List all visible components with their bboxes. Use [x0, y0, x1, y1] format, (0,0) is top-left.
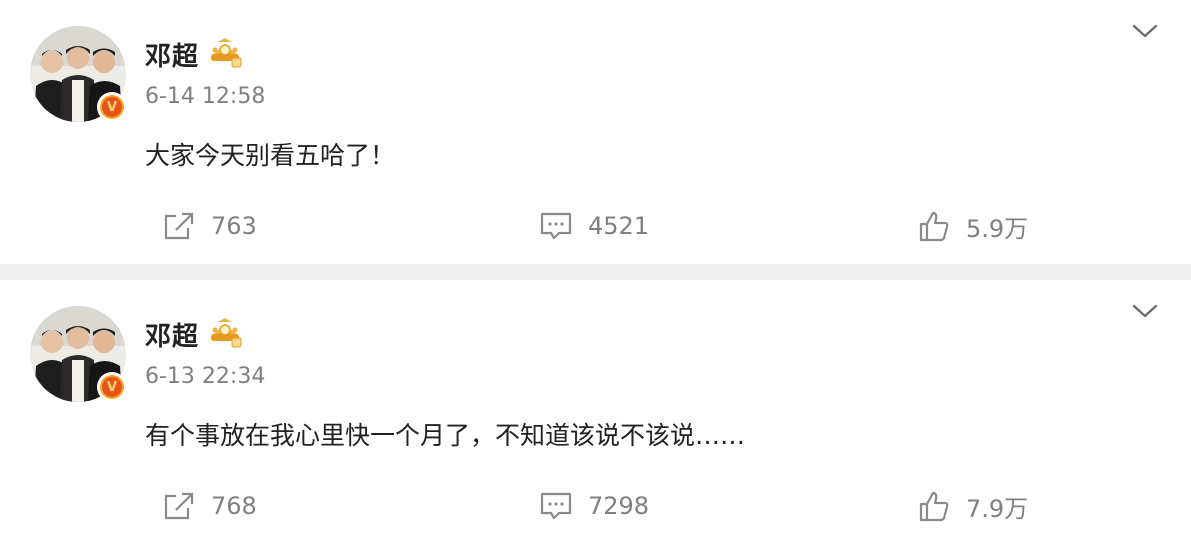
post-actions: 763 4521 5.9万 [0, 204, 1191, 248]
author-name[interactable]: 邓超 [145, 36, 199, 73]
comment-button[interactable]: 7298 [540, 484, 649, 528]
comment-button[interactable]: 4521 [540, 204, 649, 248]
post-time[interactable]: 6-13 22:34 [145, 364, 265, 389]
gold-crown-badge-icon[interactable] [206, 316, 244, 348]
repost-button[interactable]: 763 [163, 204, 257, 248]
comment-count: 4521 [588, 212, 650, 240]
avatar[interactable]: V [30, 306, 127, 402]
like-count: 7.9万 [966, 494, 1029, 523]
comment-icon [540, 492, 572, 520]
post-content: 有个事放在我心里快一个月了，不知道该说不该说…… [145, 421, 746, 450]
post-card: V 邓超 6-13 22:34 有个事放在我心里快一个月了，不知道该说不该说…… [0, 280, 1191, 544]
repost-count: 768 [211, 492, 257, 520]
author-name[interactable]: 邓超 [145, 316, 199, 353]
post-actions: 768 7298 7.9万 [0, 484, 1191, 528]
verified-v-icon: V [97, 372, 127, 402]
comment-count: 7298 [588, 492, 650, 520]
chevron-down-icon[interactable] [1131, 20, 1159, 42]
avatar[interactable]: V [30, 26, 127, 122]
like-button[interactable]: 5.9万 [918, 204, 1028, 248]
like-button[interactable]: 7.9万 [918, 484, 1028, 528]
post-content: 大家今天别看五哈了！ [145, 141, 396, 170]
verified-v-icon: V [97, 92, 127, 122]
repost-count: 763 [211, 212, 257, 240]
thumbs-up-icon [919, 211, 949, 242]
repost-button[interactable]: 768 [163, 484, 257, 528]
comment-icon [540, 212, 572, 240]
post-time[interactable]: 6-14 12:58 [145, 84, 265, 109]
thumbs-up-icon [919, 491, 949, 522]
post-card: V 邓超 6-14 12:58 大家今天别看五哈了！ 763 4521 5.9万 [0, 0, 1191, 264]
like-count: 5.9万 [966, 214, 1029, 243]
gold-crown-badge-icon[interactable] [206, 36, 244, 68]
feed-divider [0, 264, 1191, 280]
share-icon [164, 212, 194, 240]
chevron-down-icon[interactable] [1131, 300, 1159, 322]
weibo-feed: V 邓超 6-14 12:58 大家今天别看五哈了！ 763 4521 5.9万… [0, 0, 1191, 544]
share-icon [164, 492, 194, 520]
